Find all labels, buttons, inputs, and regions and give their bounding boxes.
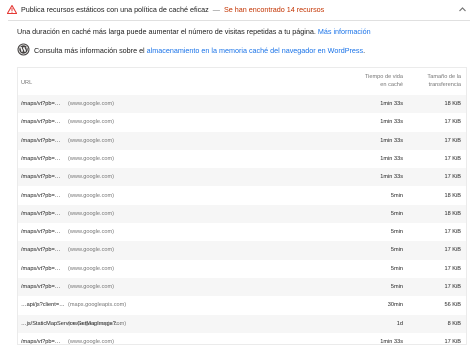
transfer-size: 17 KiB xyxy=(444,174,461,181)
transfer-size: 17 KiB xyxy=(444,137,461,144)
transfer-size: 17 KiB xyxy=(444,119,461,126)
cache-ttl: 1min 33s xyxy=(380,155,403,162)
cache-ttl: 5min xyxy=(390,210,403,217)
svg-text:W: W xyxy=(19,46,28,54)
transfer-size: 17 KiB xyxy=(444,265,461,272)
table-row: /maps/vt?pb=… (www.google.com) 1min 33s 17 … xyxy=(18,131,466,150)
cache-ttl: 5min xyxy=(390,247,403,254)
table-row: /maps/vt?pb=… (www.google.com) 1min 33s 18 … xyxy=(18,95,466,114)
resources-table: URL Tiempo de vida en caché Tamaño de la… xyxy=(17,67,467,345)
audit-header[interactable]: Publica recursos estáticos con una polít… xyxy=(0,0,474,20)
table-row: /maps/vt?pb=… (www.google.com) 1min 33s 17 … xyxy=(18,168,466,187)
table-row: /maps/vt?pb=… (www.google.com) 1min 33s 17 … xyxy=(18,113,466,131)
table-row: /maps/vt?pb=… (www.google.com) 5min 17 KiB xyxy=(18,278,466,297)
resource-url[interactable]: …api/js?client=… xyxy=(21,302,65,308)
transfer-size: 17 KiB xyxy=(444,155,461,162)
cache-ttl: 1min 33s xyxy=(380,119,403,126)
resource-url[interactable]: /maps/vt?pb=… xyxy=(21,211,60,217)
warning-triangle-icon xyxy=(7,5,17,14)
audit-title-line: Publica recursos estáticos con una polít… xyxy=(21,5,324,14)
resource-url[interactable]: /maps/vt?pb=… xyxy=(21,247,60,253)
table-row: /maps/vt?pb=… (www.google.com) 5min 17 KiB xyxy=(18,260,466,278)
table-row: …js/StaticMapService.GetMapImage?… (maps.… xyxy=(18,314,466,333)
resource-host: (www.google.com) xyxy=(68,119,115,126)
table-row: /maps/vt?pb=… (www.google.com) 5min 17 KiB xyxy=(18,241,466,260)
resource-url[interactable]: /maps/vt?pb=… xyxy=(21,138,60,144)
resource-host: (www.google.com) xyxy=(68,174,115,181)
table-row: /maps/vt?pb=… (www.google.com) 5min 17 KiB xyxy=(18,223,466,241)
resource-host: (www.google.com) xyxy=(68,192,115,199)
cache-ttl: 30min xyxy=(387,302,403,309)
transfer-size: 56 KiB xyxy=(444,302,461,309)
transfer-size: 17 KiB xyxy=(444,338,461,345)
cache-ttl: 5min xyxy=(390,265,403,272)
resource-host: (www.google.com) xyxy=(68,210,115,217)
description-text: Una duración en caché más larga puede au… xyxy=(17,27,316,36)
resource-host: (www.google.com) xyxy=(68,101,115,107)
table-header: URL Tiempo de vida en caché Tamaño de la… xyxy=(18,68,466,95)
size-header-line1: Tamaño de la xyxy=(427,74,461,80)
learn-more-link[interactable]: Más información xyxy=(318,27,371,36)
table-row: /maps/vt?pb=… (www.google.com) 5min 18 KiB xyxy=(18,204,466,224)
cache-ttl: 5min xyxy=(390,284,403,290)
resource-host: (maps.googleapis.com) xyxy=(68,320,127,327)
resource-url[interactable]: /maps/vt?pb=… xyxy=(21,266,60,272)
resource-url[interactable]: /maps/vt?pb=… xyxy=(21,174,60,180)
audit-separator: — xyxy=(212,5,220,14)
header-divider xyxy=(8,20,470,21)
resource-url[interactable]: /maps/vt?pb=… xyxy=(21,284,60,290)
column-header-cache-ttl: Tiempo de vida en caché xyxy=(343,73,403,89)
cache-ttl: 1min 33s xyxy=(380,338,403,345)
resource-url[interactable]: /maps/vt?pb=… xyxy=(21,156,60,162)
transfer-size: 17 KiB xyxy=(444,229,461,236)
wordpress-tip-text: Consulta más información sobre el almace… xyxy=(34,46,365,55)
resource-url[interactable]: /maps/vt?pb=… xyxy=(21,101,60,107)
transfer-size: 8 KiB xyxy=(447,320,461,327)
transfer-size: 17 KiB xyxy=(444,284,461,290)
column-header-url: URL xyxy=(21,80,33,86)
resource-host: (maps.googleapis.com) xyxy=(68,302,127,309)
resource-host: (www.google.com) xyxy=(68,247,115,254)
table-row: …api/js?client=… (maps.googleapis.com) 30m… xyxy=(18,296,466,314)
cache-ttl: 1d xyxy=(396,320,403,327)
transfer-size: 18 KiB xyxy=(444,210,461,217)
chevron-up-icon[interactable] xyxy=(458,5,467,14)
audit-title: Publica recursos estáticos con una polít… xyxy=(21,5,209,14)
resource-host: (www.google.com) xyxy=(68,155,115,162)
resource-host: (www.google.com) xyxy=(68,137,115,144)
resource-url[interactable]: /maps/vt?pb=… xyxy=(21,339,60,345)
audit-panel: Publica recursos estáticos con una polít… xyxy=(0,0,474,354)
resource-host: (www.google.com) xyxy=(68,338,115,345)
table-row: /maps/vt?pb=… (www.google.com) 1min 33s 17 … xyxy=(18,333,466,351)
audit-status: Se han encontrado 14 recursos xyxy=(223,5,325,14)
resource-host: (www.google.com) xyxy=(68,229,115,236)
cache-ttl: 1min 33s xyxy=(380,101,403,107)
resource-host: (www.google.com) xyxy=(68,265,115,272)
cache-ttl: 1min 33s xyxy=(380,137,403,144)
resource-host: (www.google.com) xyxy=(68,284,115,290)
transfer-size: 18 KiB xyxy=(444,101,461,107)
cache-ttl: 1min 33s xyxy=(380,174,403,181)
resource-url[interactable]: /maps/vt?pb=… xyxy=(21,193,60,199)
table-row: /maps/vt?pb=… (www.google.com) 1min 33s 17 … xyxy=(18,150,466,168)
ttl-header-line2: en caché xyxy=(380,82,403,88)
wordpress-icon: W xyxy=(17,43,30,56)
audit-description: Una duración en caché más larga puede au… xyxy=(17,27,371,36)
ttl-header-line1: Tiempo de vida xyxy=(364,74,403,80)
column-header-transfer-size: Tamaño de la transferencia xyxy=(405,73,461,89)
resource-url[interactable]: /maps/vt?pb=… xyxy=(21,119,60,125)
cache-ttl: 5min xyxy=(390,192,403,199)
transfer-size: 18 KiB xyxy=(444,192,461,199)
resource-url[interactable]: /maps/vt?pb=… xyxy=(21,229,60,235)
size-header-line2: transferencia xyxy=(428,82,461,88)
cache-ttl: 5min xyxy=(390,229,403,236)
wordpress-prefix: Consulta más información sobre el xyxy=(34,46,145,55)
transfer-size: 17 KiB xyxy=(444,247,461,254)
wordpress-suffix: . xyxy=(363,46,366,55)
wordpress-cache-link[interactable]: almacenamiento en la memoria caché del n… xyxy=(147,46,363,55)
table-row: /maps/vt?pb=… (www.google.com) 5min 18 KiB xyxy=(18,187,466,205)
